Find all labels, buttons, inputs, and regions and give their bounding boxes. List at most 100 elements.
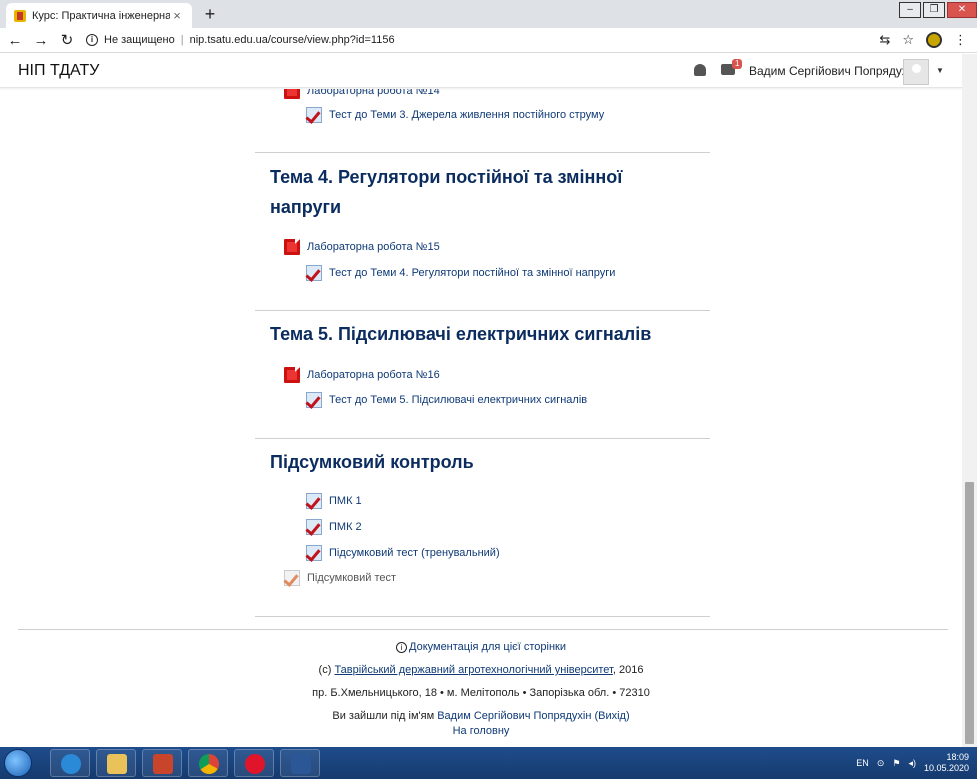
quiz-icon xyxy=(306,545,322,561)
user-menu-name[interactable]: Вадим Сергійович Попрядухін xyxy=(749,64,917,78)
pdf-icon xyxy=(284,89,300,99)
activity-link[interactable]: Підсумковий тест xyxy=(307,572,396,584)
activity-quiz[interactable]: Тест до Теми 4. Регулятори постійної та … xyxy=(306,265,615,281)
user-menu-caret-icon[interactable]: ▼ xyxy=(936,66,944,75)
clock[interactable]: 18:09 10.05.2020 xyxy=(924,752,969,774)
back-arrow-icon[interactable]: ← xyxy=(4,32,26,49)
section-divider xyxy=(255,616,710,617)
restore-button[interactable]: ❐ xyxy=(923,2,945,18)
footer-home-row: На головну xyxy=(0,725,962,737)
volume-icon[interactable]: ◂) xyxy=(908,758,916,769)
chrome-icon xyxy=(199,754,219,774)
window-controls: – ❐ ✕ xyxy=(899,2,977,18)
activity-link[interactable]: Лабораторна робота №14 xyxy=(307,89,440,97)
clock-date: 10.05.2020 xyxy=(923,763,969,773)
footer-divider xyxy=(18,629,948,630)
quiz-icon xyxy=(284,570,300,586)
activity-quiz-hidden[interactable]: Підсумковий тест xyxy=(284,570,396,586)
section-title[interactable]: Тема 4. Регулятори постійної та змінної xyxy=(270,162,725,192)
messages-count-badge: 1 xyxy=(732,59,743,69)
logout-link[interactable]: (Вихід) xyxy=(594,710,629,722)
activity-quiz[interactable]: ПМК 1 xyxy=(306,493,362,509)
notifications-bell-icon[interactable] xyxy=(694,64,706,76)
language-indicator[interactable]: EN xyxy=(856,758,869,768)
pdf-icon xyxy=(284,367,300,383)
section-title[interactable]: Тема 5. Підсилювачі електричних сигналів xyxy=(270,319,725,349)
close-window-button[interactable]: ✕ xyxy=(947,2,977,18)
activity-link[interactable]: Тест до Теми 3. Джерела живлення постійн… xyxy=(329,109,604,121)
logged-in-prefix: Ви зайшли під ім'ям xyxy=(332,710,435,722)
forward-arrow-icon[interactable]: → xyxy=(30,32,52,49)
scrollbar-thumb[interactable] xyxy=(965,482,974,744)
reload-icon[interactable]: ↻ xyxy=(56,31,78,49)
copyright-year: , 2016 xyxy=(612,664,644,676)
word-icon xyxy=(291,754,311,774)
activity-pdf[interactable]: Лабораторна робота №16 xyxy=(284,367,440,383)
folder-icon xyxy=(107,754,127,774)
section-topic-5: Тема 5. Підсилювачі електричних сигналів xyxy=(270,319,725,349)
page-scrollbar[interactable] xyxy=(962,54,977,747)
start-button[interactable] xyxy=(4,749,32,777)
documentation-link[interactable]: Документація для цієї сторінки xyxy=(409,641,566,653)
footer-doc-row: i Документація для цієї сторінки xyxy=(0,641,962,653)
activity-link[interactable]: Тест до Теми 4. Регулятори постійної та … xyxy=(329,267,615,279)
explorer-taskbar-button[interactable] xyxy=(96,749,136,777)
system-tray: EN ⊙ ⚑ ◂) 18:09 10.05.2020 xyxy=(856,747,969,779)
footer-copyright-row: (с) Таврійський державний агротехнологіч… xyxy=(0,664,962,676)
pdf-icon xyxy=(284,239,300,255)
quiz-icon xyxy=(306,519,322,535)
footer-login-info: Ви зайшли під ім'ям Вадим Сергійович Поп… xyxy=(0,710,962,722)
site-header: НІП ТДАТУ 1 Вадим Сергійович Попрядухін … xyxy=(0,54,962,88)
opera-taskbar-button[interactable] xyxy=(234,749,274,777)
omnibox[interactable]: i Не защищено | nip.tsatu.edu.ua/course/… xyxy=(86,34,879,46)
toolbar-right: ⇆ ☆ ⋮ xyxy=(879,32,967,48)
footer-address: пр. Б.Хмельницького, 18 • м. Мелітополь … xyxy=(312,687,650,699)
ie-icon xyxy=(61,754,81,774)
activity-pdf[interactable]: Лабораторна робота №14 xyxy=(284,89,440,99)
extension-icon[interactable] xyxy=(926,32,942,48)
browser-tab[interactable]: Курс: Практична інженерна пі × xyxy=(6,3,192,28)
minimize-button[interactable]: – xyxy=(899,2,921,18)
site-name-link[interactable]: НІП ТДАТУ xyxy=(18,62,99,80)
url-text[interactable]: nip.tsatu.edu.ua/course/view.php?id=1156 xyxy=(190,34,395,46)
activity-link[interactable]: Лабораторна робота №15 xyxy=(307,241,440,253)
tab-title: Курс: Практична інженерна пі xyxy=(32,9,170,22)
activity-link[interactable]: ПМК 1 xyxy=(329,495,362,507)
chrome-taskbar-button[interactable] xyxy=(188,749,228,777)
menu-dots-icon[interactable]: ⋮ xyxy=(954,32,967,48)
word-taskbar-button[interactable] xyxy=(280,749,320,777)
media-taskbar-button[interactable] xyxy=(142,749,182,777)
avatar[interactable] xyxy=(903,59,929,85)
quiz-icon xyxy=(306,107,322,123)
activity-link[interactable]: Лабораторна робота №16 xyxy=(307,369,440,381)
activity-quiz[interactable]: Тест до Теми 5. Підсилювачі електричних … xyxy=(306,392,587,408)
flag-icon[interactable]: ⚑ xyxy=(892,758,900,769)
ie-taskbar-button[interactable] xyxy=(50,749,90,777)
quiz-icon xyxy=(306,392,322,408)
browser-tab-strip: Курс: Практична інженерна пі × + – ❐ ✕ xyxy=(0,0,977,28)
bookmark-star-icon[interactable]: ☆ xyxy=(902,32,914,48)
site-favicon-icon xyxy=(14,9,26,22)
section-divider xyxy=(255,310,710,311)
activity-quiz[interactable]: Підсумковий тест (тренувальний) xyxy=(306,545,500,561)
not-secure-label: Не защищено xyxy=(104,34,175,46)
activity-link[interactable]: ПМК 2 xyxy=(329,521,362,533)
section-title-cont[interactable]: напруги xyxy=(270,192,725,222)
site-info-icon[interactable]: i xyxy=(86,34,98,46)
university-link[interactable]: Таврійський державний агротехнологічний … xyxy=(334,664,612,676)
tab-close-icon[interactable]: × xyxy=(170,8,184,23)
activity-link[interactable]: Підсумковий тест (тренувальний) xyxy=(329,547,500,559)
section-title[interactable]: Підсумковий контроль xyxy=(270,447,725,477)
activity-quiz[interactable]: Тест до Теми 3. Джерела живлення постійн… xyxy=(306,107,604,123)
network-icon[interactable]: ⊙ xyxy=(877,758,885,769)
new-tab-button[interactable]: + xyxy=(200,4,220,25)
opera-icon xyxy=(245,754,265,774)
activity-quiz[interactable]: ПМК 2 xyxy=(306,519,362,535)
logged-in-user-link[interactable]: Вадим Сергійович Попрядухін xyxy=(437,710,591,722)
activity-pdf[interactable]: Лабораторна робота №15 xyxy=(284,239,440,255)
copyright-prefix: (с) xyxy=(318,664,332,676)
info-icon: i xyxy=(396,642,407,653)
home-link[interactable]: На головну xyxy=(453,725,510,737)
activity-link[interactable]: Тест до Теми 5. Підсилювачі електричних … xyxy=(329,394,587,406)
translate-icon[interactable]: ⇆ xyxy=(879,32,890,48)
